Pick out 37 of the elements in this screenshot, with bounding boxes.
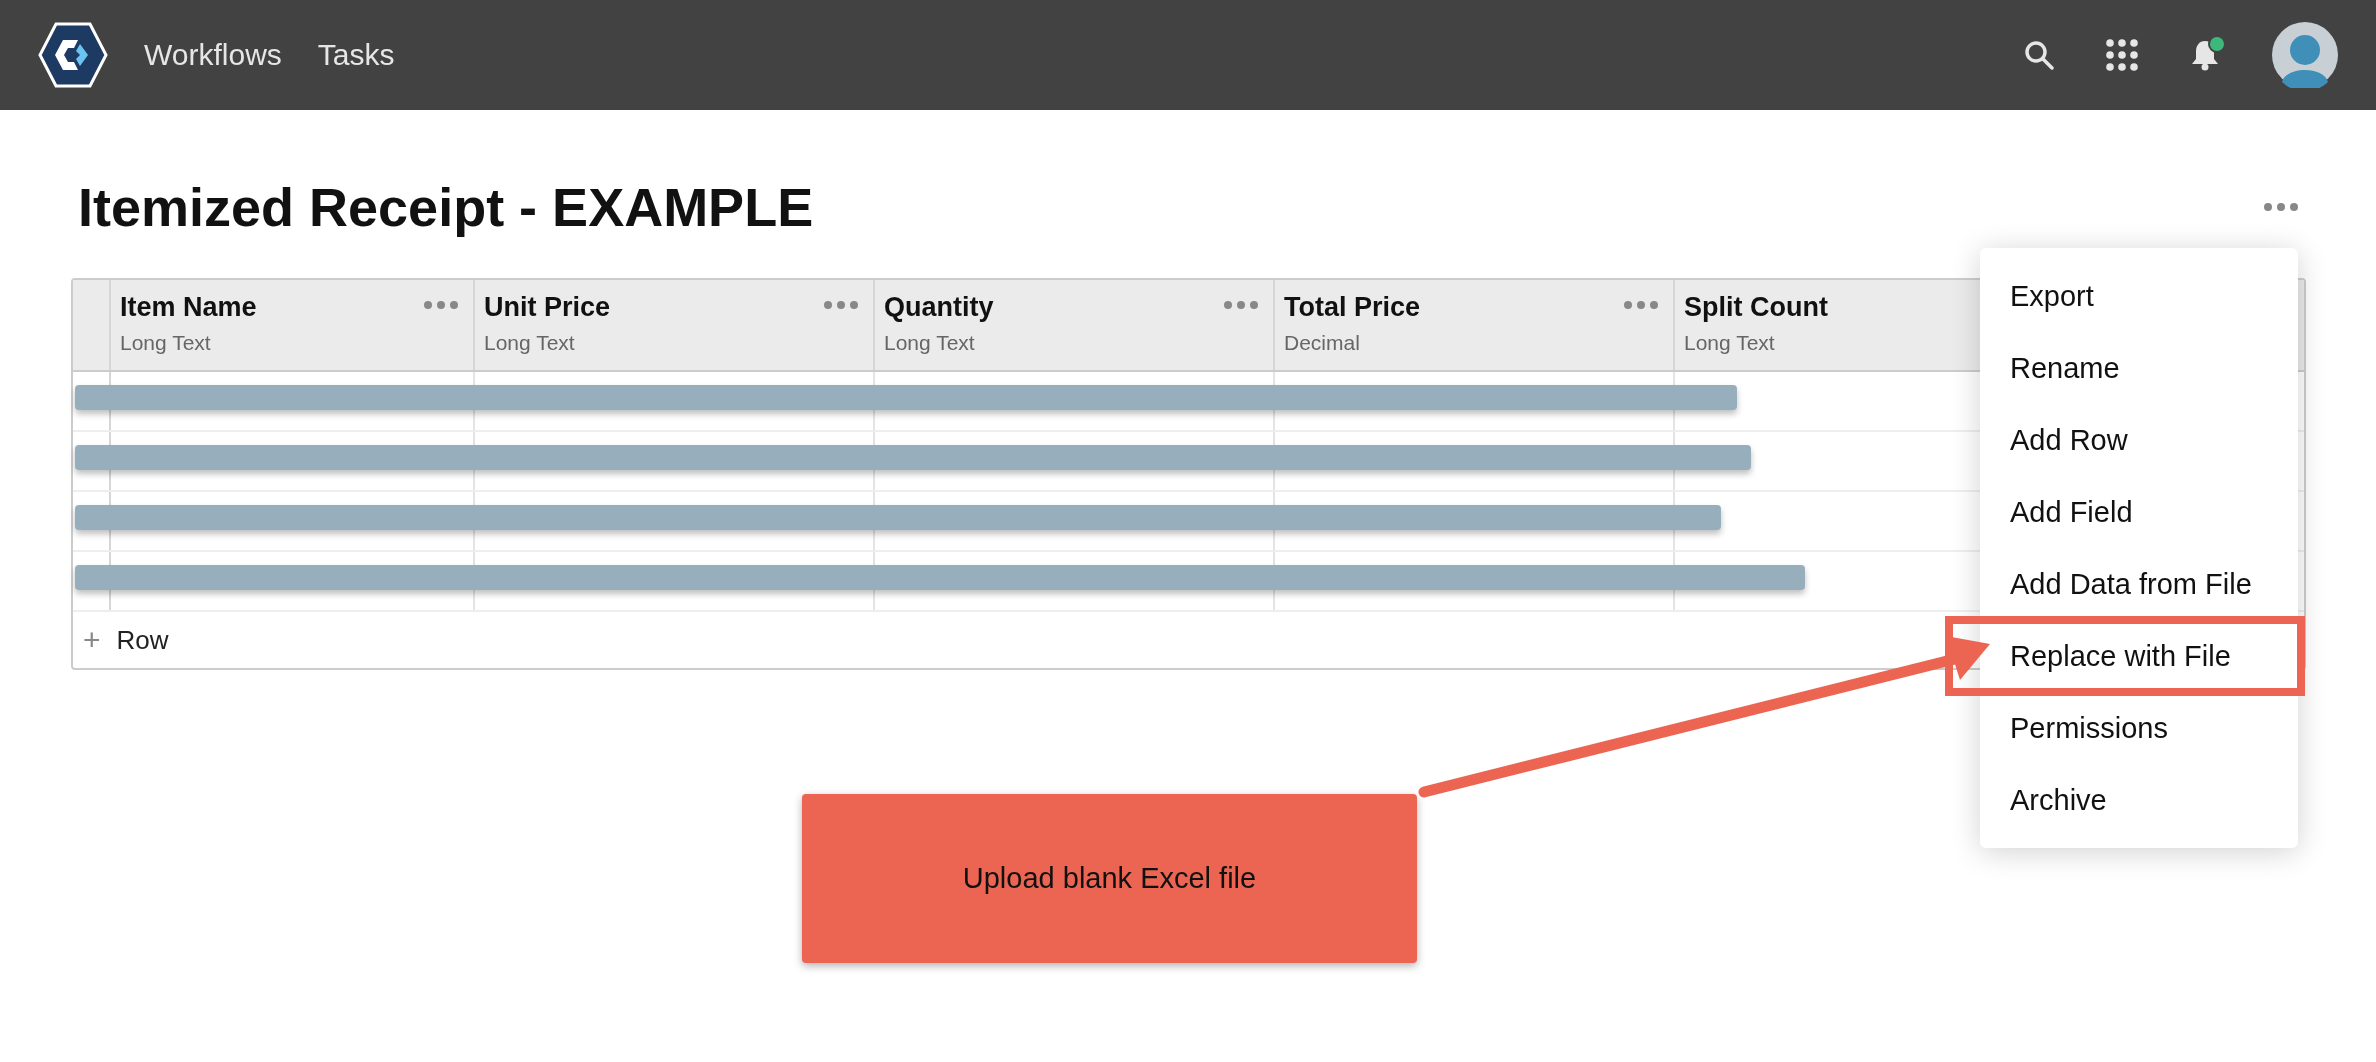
column-menu-button[interactable]: [1223, 300, 1259, 310]
column-name: Item Name: [120, 292, 257, 323]
apps-grid-icon[interactable]: [2106, 39, 2138, 71]
column-type: Long Text: [484, 331, 575, 355]
menu-item[interactable]: Add Field: [1980, 476, 2298, 548]
more-icon: [1223, 300, 1259, 310]
menu-item[interactable]: Add Row: [1980, 404, 2298, 476]
logo-icon[interactable]: [38, 22, 108, 88]
callout-text: Upload blank Excel file: [962, 862, 1257, 895]
column-type: Decimal: [1284, 331, 1360, 355]
page-title: Itemized Receipt - EXAMPLE: [78, 176, 814, 238]
column-name: Quantity: [884, 292, 994, 323]
column-menu-button[interactable]: [823, 300, 859, 310]
column-header[interactable]: Total Price Decimal: [1275, 280, 1675, 370]
column-type: Long Text: [1684, 331, 1775, 355]
more-icon: [1623, 300, 1659, 310]
plus-icon: +: [83, 623, 101, 657]
menu-item[interactable]: Replace with File: [1945, 616, 2305, 696]
more-icon: [2263, 202, 2299, 212]
column-type: Long Text: [120, 331, 211, 355]
column-name: Split Count: [1684, 292, 1828, 323]
avatar[interactable]: [2272, 22, 2338, 88]
column-header[interactable]: Unit Price Long Text: [475, 280, 875, 370]
column-menu-button[interactable]: [423, 300, 459, 310]
nav-link[interactable]: Workflows: [144, 38, 282, 72]
column-menu-button[interactable]: [1623, 300, 1659, 310]
more-icon: [823, 300, 859, 310]
menu-item[interactable]: Archive: [1980, 764, 2298, 836]
column-header[interactable]: Quantity Long Text: [875, 280, 1275, 370]
column-name: Unit Price: [484, 292, 611, 323]
column-header[interactable]: Item Name Long Text: [111, 280, 475, 370]
search-icon[interactable]: [2024, 40, 2054, 70]
column-name: Total Price: [1284, 292, 1421, 323]
column-type: Long Text: [884, 331, 975, 355]
more-icon: [423, 300, 459, 310]
nav-link[interactable]: Tasks: [317, 38, 395, 72]
add-row-button[interactable]: + Row: [73, 612, 169, 668]
